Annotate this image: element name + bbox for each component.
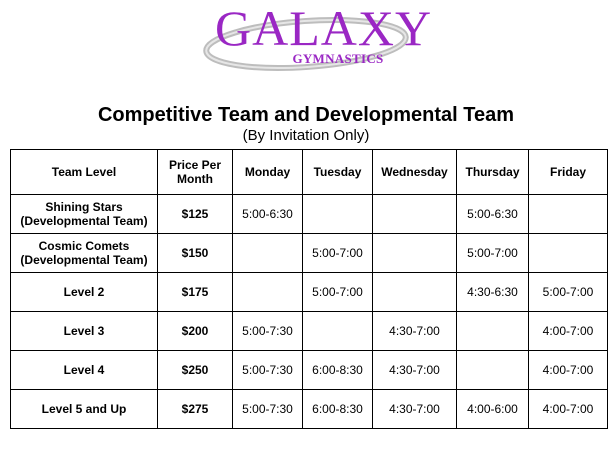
friday-cell [528,233,608,273]
team-level-cell: Level 5 and Up [10,389,158,429]
friday-cell: 4:00-7:00 [528,389,608,429]
price-cell: $125 [157,194,233,234]
table-row: Cosmic Comets (Developmental Team) $150 … [10,233,608,273]
logo-subtitle: GYMNASTICS [292,51,384,66]
monday-cell: 5:00-6:30 [232,194,303,234]
price-cell: $150 [157,233,233,273]
schedule-table: Team Level Price Per Month Monday Tuesda… [10,149,608,429]
header-wednesday: Wednesday [372,149,457,195]
price-cell: $175 [157,272,233,312]
table-row: Level 5 and Up $275 5:00-7:30 6:00-8:30 … [10,389,608,429]
wednesday-cell: 4:30-7:00 [372,389,457,429]
thursday-cell: 4:30-6:30 [456,272,529,312]
price-cell: $250 [157,350,233,390]
monday-cell [232,272,303,312]
thursday-cell [456,350,529,390]
page-title: Competitive Team and Developmental Team [97,104,515,126]
team-level-cell: Cosmic Comets (Developmental Team) [10,233,158,273]
table-row: Level 3 $200 5:00-7:30 4:30-7:00 4:00-7:… [10,311,608,351]
table-row: Level 2 $175 5:00-7:00 4:30-6:30 5:00-7:… [10,272,608,312]
friday-cell [528,194,608,234]
header-team-level: Team Level [10,149,158,195]
thursday-cell [456,311,529,351]
monday-cell: 5:00-7:30 [232,350,303,390]
wednesday-cell [372,233,457,273]
header-price: Price Per Month [157,149,233,195]
monday-cell: 5:00-7:30 [232,311,303,351]
table-header-row: Team Level Price Per Month Monday Tuesda… [10,149,608,195]
price-cell: $200 [157,311,233,351]
wednesday-cell [372,194,457,234]
team-level-cell: Level 2 [10,272,158,312]
header-friday: Friday [528,149,608,195]
tuesday-cell: 5:00-7:00 [302,233,373,273]
logo-wordmark: GALAXY [215,0,433,56]
page-subtitle: (By Invitation Only) [242,127,370,144]
tuesday-cell: 6:00-8:30 [302,389,373,429]
thursday-cell: 5:00-6:30 [456,194,529,234]
team-level-cell: Level 3 [10,311,158,351]
friday-cell: 4:00-7:00 [528,311,608,351]
friday-cell: 4:00-7:00 [528,350,608,390]
header-monday: Monday [232,149,303,195]
header-thursday: Thursday [456,149,529,195]
thursday-cell: 4:00-6:00 [456,389,529,429]
monday-cell [232,233,303,273]
galaxy-logo: GALAXY GYMNASTICS [195,0,433,82]
team-level-cell: Shining Stars (Developmental Team) [10,194,158,234]
thursday-cell: 5:00-7:00 [456,233,529,273]
wednesday-cell: 4:30-7:00 [372,350,457,390]
tuesday-cell [302,311,373,351]
tuesday-cell: 6:00-8:30 [302,350,373,390]
tuesday-cell [302,194,373,234]
price-cell: $275 [157,389,233,429]
tuesday-cell: 5:00-7:00 [302,272,373,312]
table-row: Shining Stars (Developmental Team) $125 … [10,194,608,234]
header-tuesday: Tuesday [302,149,373,195]
table-row: Level 4 $250 5:00-7:30 6:00-8:30 4:30-7:… [10,350,608,390]
wednesday-cell: 4:30-7:00 [372,311,457,351]
wednesday-cell [372,272,457,312]
team-level-cell: Level 4 [10,350,158,390]
monday-cell: 5:00-7:30 [232,389,303,429]
friday-cell: 5:00-7:00 [528,272,608,312]
